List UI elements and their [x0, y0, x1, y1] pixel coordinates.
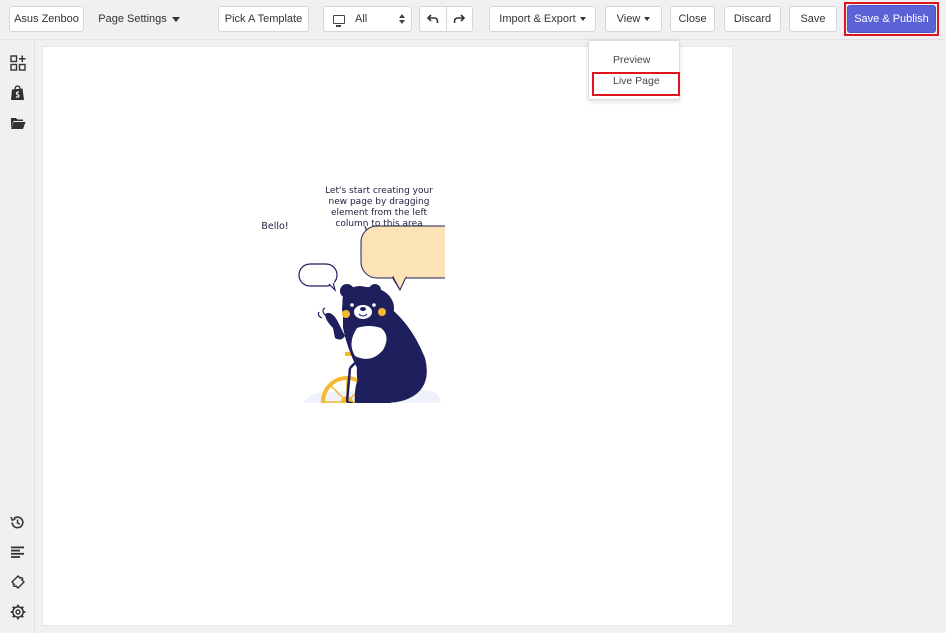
empty-canvas-hint: Let's start creating your new page by dr… — [325, 186, 433, 229]
left-sidebar — [0, 40, 35, 633]
pick-template-label: Pick A Template — [224, 13, 303, 25]
chevron-down-icon — [171, 16, 180, 22]
page-settings-label: Page Settings — [98, 13, 167, 25]
live-page-highlight — [592, 72, 680, 96]
settings-gear-icon[interactable] — [9, 603, 26, 620]
redo-button[interactable] — [447, 7, 473, 31]
view-dropdown-button[interactable]: View — [605, 6, 662, 32]
top-toolbar: Asus Zenboo Page Settings Pick A Templat… — [0, 0, 946, 40]
save-label: Save — [800, 13, 826, 25]
discard-label: Discard — [733, 13, 772, 25]
add-elements-icon[interactable] — [9, 54, 26, 71]
folder-open-icon[interactable] — [9, 114, 26, 131]
view-dropdown-menu: Preview Live Page — [588, 40, 680, 100]
desktop-monitor-icon — [333, 14, 345, 27]
save-publish-highlight — [844, 2, 939, 36]
undo-icon — [426, 14, 439, 23]
page-settings-dropdown[interactable]: Page Settings — [94, 6, 184, 32]
chevron-down-icon — [644, 17, 651, 21]
close-label: Close — [678, 13, 707, 25]
puzzle-icon[interactable] — [9, 573, 26, 590]
history-icon[interactable] — [9, 514, 26, 531]
view-label: View — [616, 13, 641, 25]
import-export-label: Import & Export — [499, 13, 576, 25]
select-arrows-icon — [399, 14, 405, 24]
import-export-dropdown[interactable]: Import & Export — [489, 6, 596, 32]
page-name-text: Asus Zenboo — [14, 13, 79, 25]
empty-state-illustration: Let's start creating your new page by dr… — [255, 178, 475, 431]
undo-button[interactable] — [420, 7, 447, 31]
view-menu-item-preview[interactable]: Preview — [613, 54, 650, 66]
close-button[interactable]: Close — [670, 6, 715, 32]
pick-template-button[interactable]: Pick A Template — [218, 6, 309, 32]
shopify-bag-icon[interactable] — [9, 84, 26, 101]
device-select-value: All — [355, 13, 368, 25]
page-name-input[interactable]: Asus Zenboo — [9, 6, 84, 32]
save-button[interactable]: Save — [789, 6, 837, 32]
redo-icon — [453, 14, 466, 23]
align-left-icon[interactable] — [9, 543, 26, 560]
chevron-down-icon — [579, 17, 586, 21]
right-panel — [741, 40, 946, 633]
device-select[interactable]: All — [323, 6, 412, 32]
undo-redo-group — [419, 6, 473, 32]
bello-bubble-text: Bello! — [261, 221, 289, 232]
discard-button[interactable]: Discard — [724, 6, 781, 32]
